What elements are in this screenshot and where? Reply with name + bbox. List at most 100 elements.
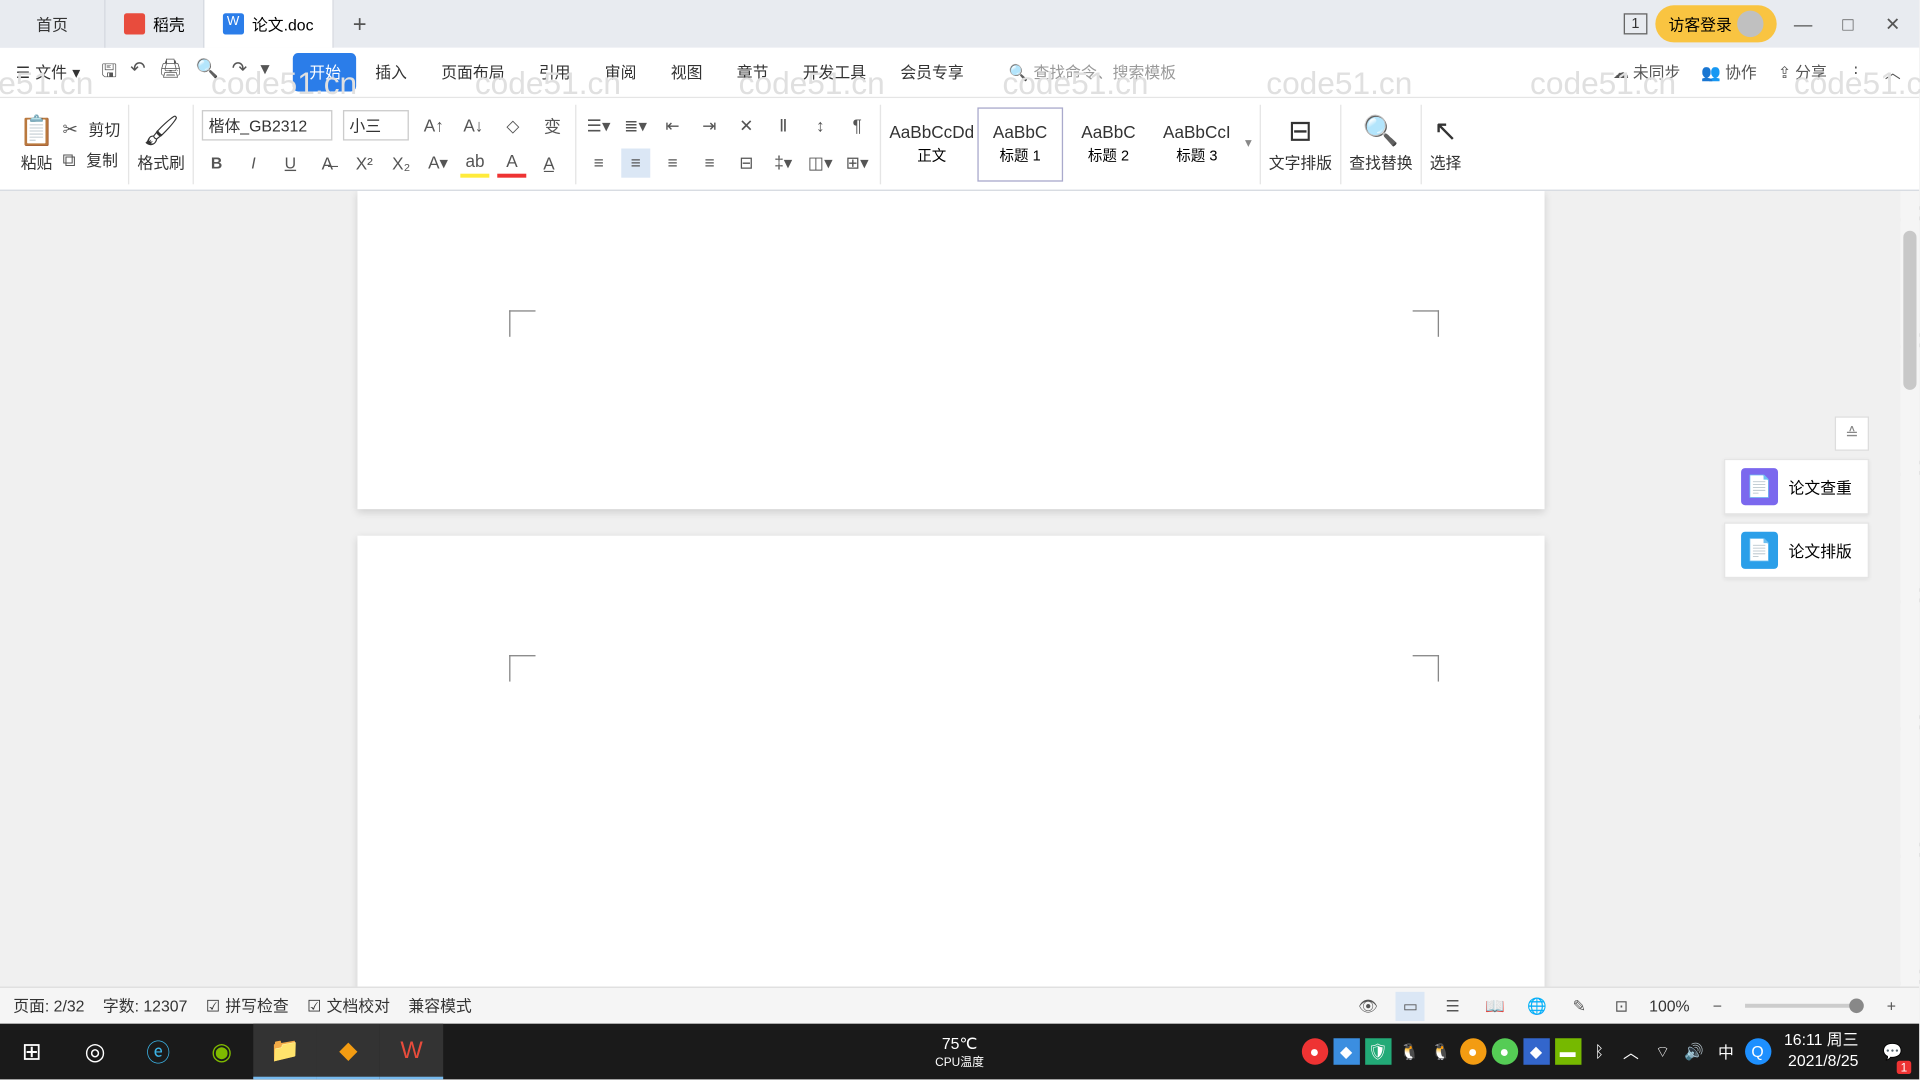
task-view-button[interactable]: ◎ bbox=[63, 1024, 126, 1080]
collapse-ribbon-icon[interactable]: ︿ bbox=[1885, 61, 1901, 84]
increase-indent-button[interactable]: ⇥ bbox=[695, 111, 724, 140]
tab-pagelayout[interactable]: 页面布局 bbox=[425, 53, 520, 91]
word-count[interactable]: 字数: 12307 bbox=[103, 995, 187, 1018]
sync-status[interactable]: ☁未同步 bbox=[1613, 61, 1680, 84]
fit-width-icon[interactable]: ⊡ bbox=[1607, 991, 1636, 1020]
show-marks-button[interactable]: ¶ bbox=[843, 111, 872, 140]
style-gallery[interactable]: AaBbCcDd正文 AaBbC标题 1 AaBbC标题 2 AaBbCcI标题… bbox=[881, 104, 1261, 184]
align-left-button[interactable]: ≡ bbox=[584, 148, 613, 177]
tab-vip[interactable]: 会员专享 bbox=[885, 53, 980, 91]
italic-button[interactable]: I bbox=[239, 149, 268, 178]
char-border-button[interactable]: A̲ bbox=[534, 149, 563, 178]
paper-check-button[interactable]: 📄 论文查重 bbox=[1724, 459, 1869, 515]
explorer-icon[interactable]: 📁 bbox=[253, 1024, 316, 1080]
phonetic-icon[interactable]: 变 bbox=[538, 111, 567, 140]
print-icon[interactable]: 🖨 bbox=[159, 56, 182, 88]
sort-button[interactable]: ↕ bbox=[806, 111, 835, 140]
tray-icon[interactable]: ● bbox=[1491, 1038, 1517, 1065]
login-button[interactable]: 访客登录 bbox=[1655, 5, 1776, 42]
eye-icon[interactable]: 👁 bbox=[1354, 991, 1383, 1020]
align-center-button[interactable]: ≡ bbox=[621, 148, 650, 177]
nvidia-icon[interactable]: ▬ bbox=[1554, 1038, 1580, 1065]
shading-button[interactable]: ◫▾ bbox=[806, 148, 835, 177]
start-button[interactable]: ⊞ bbox=[0, 1024, 63, 1080]
justify-button[interactable]: ≡ bbox=[695, 148, 724, 177]
format-painter-button[interactable]: 🖌格式刷 bbox=[137, 114, 185, 174]
tray-icon[interactable]: 🐧 bbox=[1396, 1038, 1422, 1065]
close-button[interactable]: ✕ bbox=[1874, 5, 1911, 42]
style-heading3[interactable]: AaBbCcI标题 3 bbox=[1154, 107, 1240, 181]
style-heading2[interactable]: AaBbC标题 2 bbox=[1066, 107, 1152, 181]
bullets-button[interactable]: ☰▾ bbox=[584, 111, 613, 140]
wifi-icon[interactable]: ⌔ bbox=[1649, 1038, 1675, 1065]
tab-document[interactable]: 论文.doc bbox=[204, 0, 333, 48]
vertical-scrollbar[interactable] bbox=[1901, 191, 1919, 987]
tab-devtools[interactable]: 开发工具 bbox=[787, 53, 882, 91]
wps-icon[interactable]: W bbox=[380, 1024, 443, 1080]
command-search[interactable]: 🔍 查找命令、搜索模板 bbox=[1009, 61, 1176, 84]
align-right-button[interactable]: ≡ bbox=[658, 148, 687, 177]
share-button[interactable]: ⇪分享 bbox=[1778, 61, 1827, 84]
scroll-thumb[interactable] bbox=[1903, 231, 1916, 390]
text-layout-button[interactable]: ⊟文字排版 bbox=[1269, 114, 1332, 174]
highlight-off-icon[interactable]: ✎ bbox=[1565, 991, 1594, 1020]
file-menu[interactable]: ☰ 文件 ▾ bbox=[8, 56, 88, 89]
zoom-out-button[interactable]: − bbox=[1703, 991, 1732, 1020]
tray-icon[interactable]: ◆ bbox=[1333, 1038, 1359, 1065]
zoom-in-button[interactable]: + bbox=[1877, 991, 1906, 1020]
tab-chapter[interactable]: 章节 bbox=[721, 53, 784, 91]
text-effect-button[interactable]: A▾ bbox=[424, 149, 453, 178]
highlight-button[interactable]: ab bbox=[461, 149, 490, 178]
more-icon[interactable]: ▾ bbox=[260, 56, 269, 88]
bold-button[interactable]: B bbox=[202, 149, 231, 178]
proofread-toggle[interactable]: ☑文档校对 bbox=[307, 995, 390, 1018]
distribute-button[interactable]: ⊟ bbox=[732, 148, 761, 177]
ime-indicator[interactable]: 中 bbox=[1713, 1038, 1739, 1065]
tray-icon[interactable]: ● bbox=[1301, 1038, 1327, 1065]
numbering-button[interactable]: ≣▾ bbox=[621, 111, 650, 140]
clock[interactable]: 16:11 周三 2021/8/25 bbox=[1776, 1031, 1866, 1072]
find-replace-button[interactable]: 🔍查找替换 bbox=[1349, 114, 1412, 174]
line-spacing-button[interactable]: ‡▾ bbox=[769, 148, 798, 177]
notification-center[interactable]: 💬1 bbox=[1872, 1024, 1914, 1080]
window-count-badge[interactable]: 1 bbox=[1624, 13, 1648, 34]
select-button[interactable]: ↖选择 bbox=[1430, 114, 1462, 174]
volume-icon[interactable]: 🔊 bbox=[1681, 1038, 1707, 1065]
ie-icon[interactable]: ⓔ bbox=[127, 1024, 190, 1080]
shrink-font-icon[interactable]: A↓ bbox=[459, 111, 488, 140]
grow-font-icon[interactable]: A↑ bbox=[419, 111, 448, 140]
paste-button[interactable]: 📋粘贴 bbox=[18, 114, 54, 174]
clear-format-icon[interactable]: ◇ bbox=[498, 111, 527, 140]
new-tab-button[interactable]: + bbox=[333, 0, 386, 48]
decrease-indent-button[interactable]: ⇤ bbox=[658, 111, 687, 140]
superscript-button[interactable]: X² bbox=[350, 149, 379, 178]
cut-button[interactable]: ✂剪切 bbox=[63, 117, 121, 140]
cpu-temp-widget[interactable]: 75℃ CPU温度 bbox=[935, 1034, 984, 1070]
tab-reference[interactable]: 引用 bbox=[523, 53, 586, 91]
zoom-knob[interactable] bbox=[1849, 998, 1864, 1013]
web-view-icon[interactable]: 🌐 bbox=[1523, 991, 1552, 1020]
bluetooth-icon[interactable]: ᛒ bbox=[1586, 1038, 1612, 1065]
redo-icon[interactable]: ↷ bbox=[232, 56, 247, 88]
underline-button[interactable]: U bbox=[276, 149, 305, 178]
zoom-slider[interactable] bbox=[1745, 1004, 1864, 1008]
borders-button[interactable]: ⊞▾ bbox=[843, 148, 872, 177]
tray-icon[interactable]: Q bbox=[1744, 1038, 1770, 1065]
outline-view-icon[interactable]: ☰ bbox=[1438, 991, 1467, 1020]
style-heading1[interactable]: AaBbC标题 1 bbox=[977, 107, 1063, 181]
strike-button[interactable]: A̶ bbox=[313, 149, 342, 178]
font-name-select[interactable]: 楷体_GB2312 bbox=[202, 110, 332, 140]
spellcheck-toggle[interactable]: ☑拼写检查 bbox=[206, 995, 289, 1018]
asian-layout-button[interactable]: ✕ bbox=[732, 111, 761, 140]
copy-button[interactable]: ⧉复制 bbox=[63, 148, 121, 171]
preview-icon[interactable]: 🔍 bbox=[196, 56, 219, 88]
tab-home[interactable]: 首页 bbox=[0, 0, 106, 48]
collab-button[interactable]: 👥协作 bbox=[1701, 61, 1756, 84]
tray-icon[interactable]: ◆ bbox=[1523, 1038, 1549, 1065]
text-direction-button[interactable]: Ⅱ bbox=[769, 111, 798, 140]
maximize-button[interactable]: □ bbox=[1829, 5, 1866, 42]
tab-insert[interactable]: 插入 bbox=[359, 53, 422, 91]
minimize-button[interactable]: — bbox=[1785, 5, 1822, 42]
more-menu-icon[interactable]: ⋮ bbox=[1848, 63, 1864, 82]
tab-view[interactable]: 视图 bbox=[655, 53, 718, 91]
